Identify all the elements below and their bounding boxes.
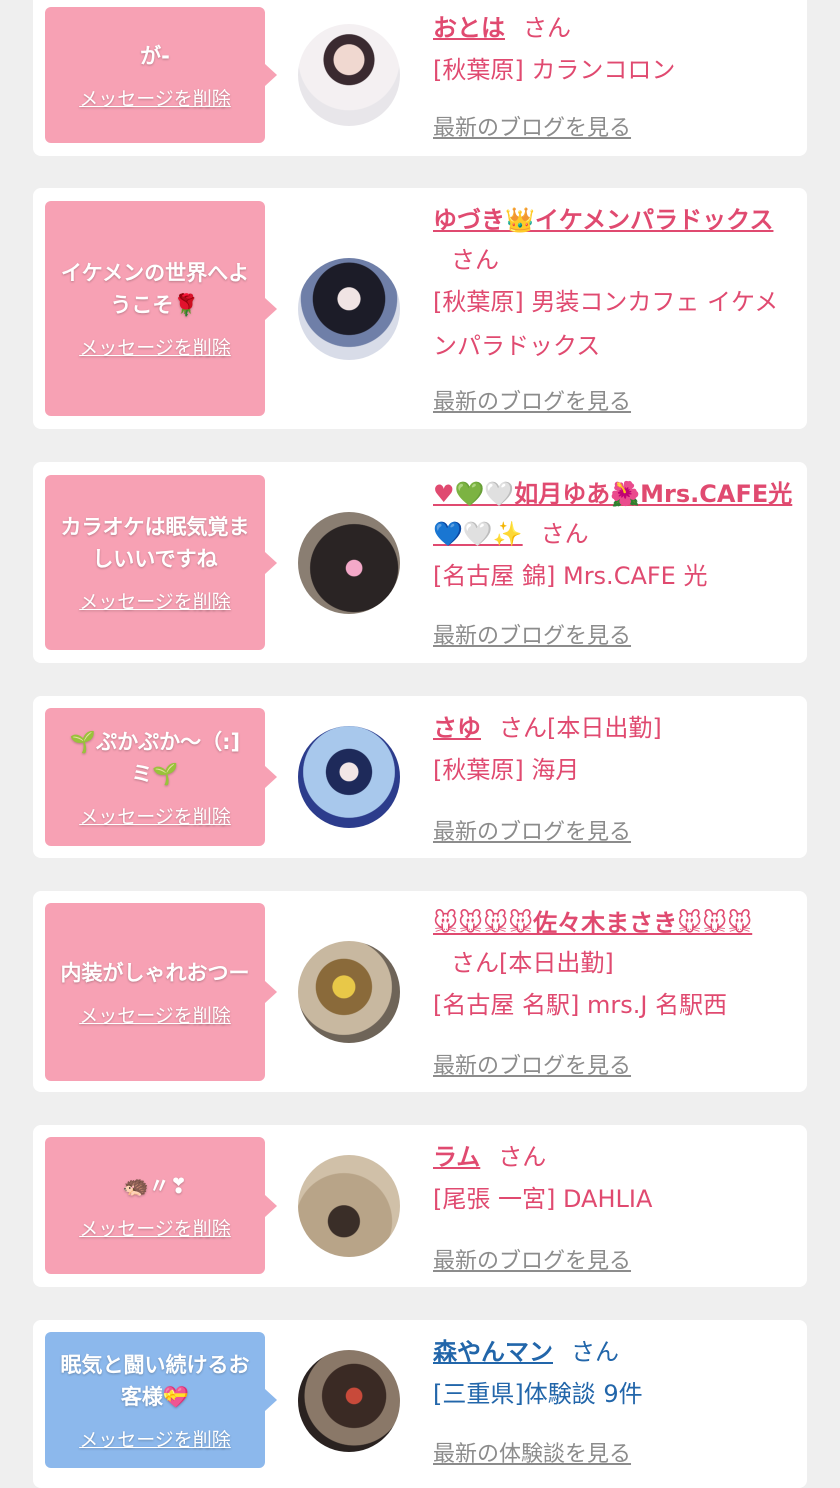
- user-card: が- メッセージを削除 おとは さん [秋葉原] カランコロン 最新のブログを見る: [33, 0, 807, 156]
- avatar[interactable]: [298, 512, 400, 614]
- working-status: [本日出勤]: [547, 714, 662, 742]
- blog-link[interactable]: 最新のブログを見る: [433, 618, 631, 650]
- user-name-link[interactable]: 森やんマン: [433, 1338, 553, 1366]
- user-info: おとは さん [秋葉原] カランコロン: [433, 8, 793, 92]
- user-name-link[interactable]: 🐭🐭🐭🐭佐々木まさき🐭🐭🐭: [433, 909, 752, 937]
- honorific: さん: [451, 949, 499, 977]
- honorific: さん: [498, 1143, 547, 1171]
- shop-name: [秋葉原] カランコロン: [433, 56, 676, 84]
- honorific: さん: [523, 14, 571, 42]
- avatar[interactable]: [298, 1350, 400, 1452]
- shop-name: [三重県]体験談 9件: [433, 1380, 643, 1408]
- message-text: 🌱ぷかぷか～（:]ミ🌱: [69, 729, 241, 786]
- delete-message-link[interactable]: メッセージを削除: [79, 1001, 231, 1028]
- honorific: さん: [571, 1338, 619, 1366]
- user-name-link[interactable]: ♥💚🤍如月ゆあ🌺Mrs.CAFE光💙🤍✨: [433, 480, 792, 548]
- user-info: ラム さん [尾張 一宮] DAHLIA: [433, 1137, 793, 1221]
- shop-name: [秋葉原] 海月: [433, 756, 580, 784]
- delete-message-link[interactable]: メッセージを削除: [79, 802, 231, 829]
- message-text: イケメンの世界へようこそ🌹: [60, 261, 250, 317]
- user-card: 🌱ぷかぷか～（:]ミ🌱 メッセージを削除 さゆ さん[本日出勤] [秋葉原] 海月…: [33, 696, 807, 858]
- message-bubble: カラオケは眠気覚ましいいですね メッセージを削除: [45, 475, 277, 650]
- message-text: カラオケは眠気覚ましいいですね: [60, 515, 250, 571]
- avatar[interactable]: [298, 941, 400, 1043]
- avatar[interactable]: [298, 726, 400, 828]
- user-name-link[interactable]: ゆづき👑イケメンパラドックス: [433, 206, 773, 234]
- blog-link[interactable]: 最新のブログを見る: [433, 1048, 631, 1080]
- blog-link[interactable]: 最新のブログを見る: [433, 110, 631, 142]
- honorific: さん: [540, 520, 589, 548]
- delete-message-link[interactable]: メッセージを削除: [79, 1425, 231, 1452]
- avatar[interactable]: [298, 24, 400, 126]
- message-text: 内装がしゃれおつー: [60, 960, 250, 985]
- user-info: 🐭🐭🐭🐭佐々木まさき🐭🐭🐭 さん[本日出勤] [名古屋 名駅] mrs.J 名駅西: [433, 903, 793, 1027]
- shop-name: [名古屋 名駅] mrs.J 名駅西: [433, 991, 728, 1019]
- message-bubble: 内装がしゃれおつー メッセージを削除: [45, 903, 277, 1081]
- user-name-link[interactable]: ラム: [433, 1143, 480, 1171]
- message-bubble: 眠気と闘い続けるお客様💝 メッセージを削除: [45, 1332, 277, 1468]
- user-info: 森やんマン さん [三重県]体験談 9件: [433, 1332, 793, 1416]
- shop-name: [名古屋 錦] Mrs.CAFE 光: [433, 562, 708, 590]
- shop-name: [尾張 一宮] DAHLIA: [433, 1185, 653, 1213]
- user-card: カラオケは眠気覚ましいいですね メッセージを削除 ♥💚🤍如月ゆあ🌺Mrs.CAF…: [33, 462, 807, 663]
- user-name-link[interactable]: さゆ: [433, 714, 481, 742]
- delete-message-link[interactable]: メッセージを削除: [79, 587, 231, 614]
- user-card: 内装がしゃれおつー メッセージを削除 🐭🐭🐭🐭佐々木まさき🐭🐭🐭 さん[本日出勤]…: [33, 891, 807, 1092]
- avatar[interactable]: [298, 258, 400, 360]
- message-bubble: 🌱ぷかぷか～（:]ミ🌱 メッセージを削除: [45, 708, 277, 846]
- blog-link[interactable]: 最新の体験談を見る: [433, 1436, 631, 1468]
- user-info: ゆづき👑イケメンパラドックスさん [秋葉原] 男装コンカフェ イケメンパラドック…: [433, 200, 793, 368]
- avatar[interactable]: [298, 1155, 400, 1257]
- blog-link[interactable]: 最新のブログを見る: [433, 1243, 631, 1275]
- user-card: イケメンの世界へようこそ🌹 メッセージを削除 ゆづき👑イケメンパラドックスさん …: [33, 188, 807, 429]
- user-info: ♥💚🤍如月ゆあ🌺Mrs.CAFE光💙🤍✨ さん [名古屋 錦] Mrs.CAFE …: [433, 474, 793, 598]
- user-card: 眠気と闘い続けるお客様💝 メッセージを削除 森やんマン さん [三重県]体験談 9…: [33, 1320, 807, 1488]
- message-text: 眠気と闘い続けるお客様💝: [60, 1352, 250, 1409]
- user-info: さゆ さん[本日出勤] [秋葉原] 海月: [433, 708, 793, 792]
- user-card: 🦔〃❣ メッセージを削除 ラム さん [尾張 一宮] DAHLIA 最新のブログを…: [33, 1125, 807, 1287]
- honorific: さん: [499, 714, 547, 742]
- delete-message-link[interactable]: メッセージを削除: [79, 333, 231, 360]
- working-status: [本日出勤]: [499, 949, 614, 977]
- delete-message-link[interactable]: メッセージを削除: [79, 1214, 231, 1241]
- blog-link[interactable]: 最新のブログを見る: [433, 384, 631, 416]
- user-name-link[interactable]: おとは: [433, 14, 505, 42]
- message-text: が-: [140, 43, 170, 68]
- message-bubble: が- メッセージを削除: [45, 7, 277, 143]
- blog-link[interactable]: 最新のブログを見る: [433, 814, 631, 846]
- message-bubble: 🦔〃❣ メッセージを削除: [45, 1137, 277, 1274]
- shop-name: [秋葉原] 男装コンカフェ イケメンパラドックス: [433, 288, 779, 360]
- message-bubble: イケメンの世界へようこそ🌹 メッセージを削除: [45, 201, 277, 416]
- honorific: さん: [451, 246, 499, 274]
- message-text: 🦔〃❣: [122, 1174, 188, 1198]
- delete-message-link[interactable]: メッセージを削除: [79, 84, 231, 111]
